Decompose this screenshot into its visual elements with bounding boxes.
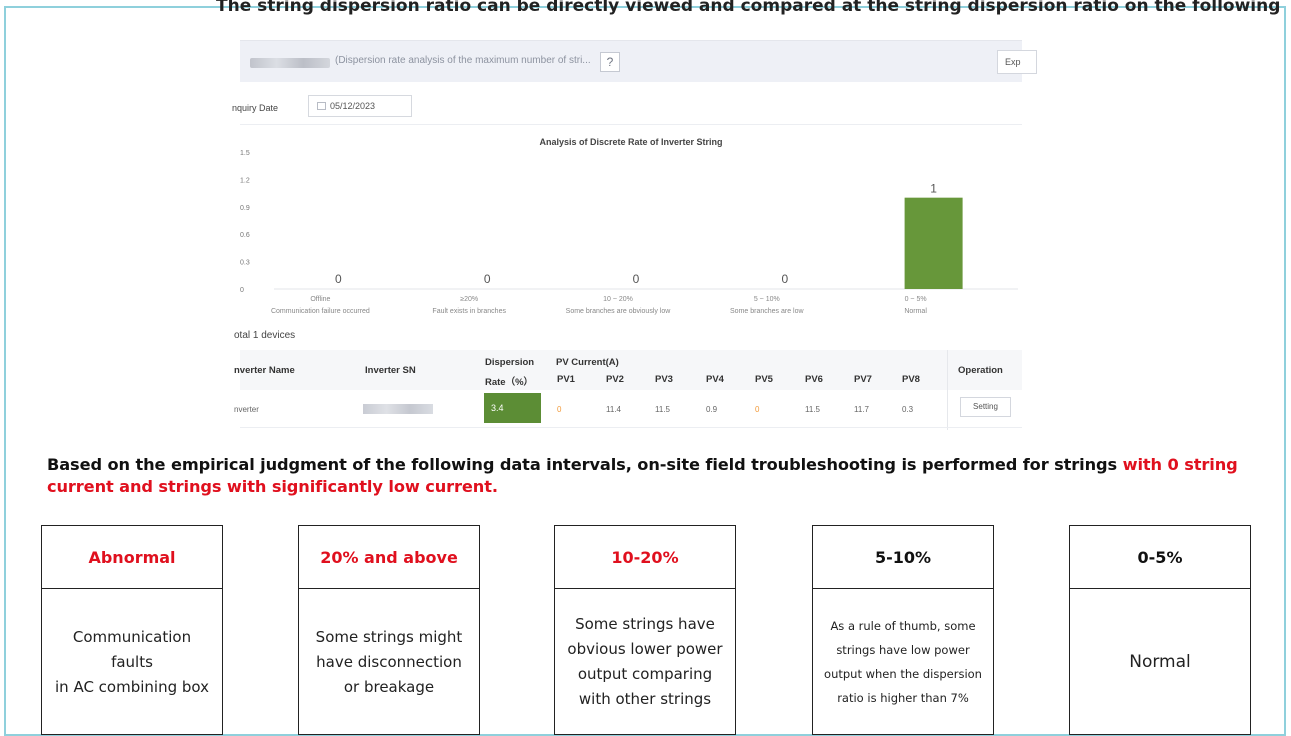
- col-pv-current: PV Current(A): [556, 357, 619, 368]
- statement-text: Based on the empirical judgment of the f…: [47, 455, 1123, 474]
- export-button[interactable]: Exp: [997, 50, 1037, 74]
- y-tick-label: 1.2: [240, 177, 250, 184]
- pv6-current-value: 11.5: [805, 405, 820, 414]
- bar: [904, 197, 963, 289]
- panel-header: (Dispersion rate analysis of the maximum…: [240, 40, 1037, 82]
- pv3-current-value: 11.5: [655, 405, 670, 414]
- x-tick-description: Normal: [904, 308, 927, 315]
- redacted-title: [250, 58, 330, 68]
- bar-value-label: 0: [633, 272, 640, 286]
- interval-box-description: Some strings have obvious lower power ou…: [567, 615, 723, 708]
- inquiry-date-label: nquiry Date: [232, 103, 279, 113]
- total-devices: otal 1 devices: [234, 330, 296, 341]
- bar-value-label: 0: [335, 272, 342, 286]
- x-tick-description: Some branches are obviously low: [566, 308, 672, 315]
- x-tick-label: Offline: [310, 296, 330, 303]
- dispersion-rate-cell: 3.4: [484, 393, 541, 423]
- col-pv5: PV5: [755, 374, 773, 385]
- dispersion-bar-chart: 1.5 1.2 0.9 0.6 0.3 0 0 Offline Communication fa…: [240, 150, 1018, 315]
- pv5-current-value: 0: [755, 405, 760, 414]
- panel-title: (Dispersion rate analysis of the maximum…: [335, 55, 591, 66]
- interval-box-description: Communication faults in AC combining box: [55, 627, 209, 696]
- x-tick-description: Communication failure occurred: [271, 308, 370, 315]
- col-dispersion-line1: Dispersion: [485, 357, 535, 368]
- y-tick-label: 0: [240, 287, 244, 294]
- x-tick-description: Some branches are low: [730, 308, 804, 315]
- interval-box: 5-10% As a rule of thumb, some strings ha…: [812, 525, 994, 735]
- col-operation: Operation: [958, 365, 1003, 376]
- col-pv1: PV1: [557, 374, 575, 385]
- interval-box-title: Abnormal: [42, 526, 222, 589]
- cut-off-heading: The string dispersion ratio can be direc…: [216, 0, 1281, 16]
- col-pv3: PV3: [655, 374, 673, 385]
- y-tick-label: 1.5: [240, 150, 250, 157]
- pv4-current-value: 0.9: [706, 405, 718, 414]
- interval-box-title: 5-10%: [813, 526, 993, 589]
- y-tick-label: 0.6: [240, 232, 250, 239]
- col-inverter-name: nverter Name: [234, 365, 295, 376]
- row-inverter-name: nverter: [234, 405, 259, 414]
- calendar-icon: [317, 102, 326, 110]
- x-tick-description: Fault exists in branches: [432, 308, 506, 315]
- col-inverter-sn: Inverter SN: [365, 365, 416, 376]
- col-pv4: PV4: [706, 374, 724, 385]
- interval-box: Abnormal Communication faults in AC combi…: [41, 525, 223, 735]
- pv8-current-value: 0.3: [902, 405, 914, 414]
- col-dispersion-line2: Rate（%）: [485, 377, 534, 388]
- setting-button[interactable]: Setting: [960, 397, 1011, 417]
- x-tick-label: 5 ~ 10%: [754, 296, 780, 303]
- interval-box-description: Normal: [1129, 652, 1191, 672]
- y-tick-label: 0.9: [240, 205, 250, 212]
- bar-value-label: 0: [781, 272, 788, 286]
- col-pv8: PV8: [902, 374, 920, 385]
- pv7-current-value: 11.7: [854, 405, 869, 414]
- redacted-inverter-sn: [363, 404, 433, 414]
- pv2-current-value: 11.4: [606, 405, 621, 414]
- interval-box-title: 10-20%: [555, 526, 735, 589]
- inquiry-date-input[interactable]: 05/12/2023: [308, 95, 412, 117]
- col-pv6: PV6: [805, 374, 823, 385]
- interval-box: 10-20% Some strings have obvious lower po…: [554, 525, 736, 735]
- y-tick-label: 0.3: [240, 260, 250, 267]
- dispersion-screenshot-panel: (Dispersion rate analysis of the maximum…: [232, 38, 1037, 430]
- divider: [240, 124, 1022, 125]
- interval-box-title: 20% and above: [299, 526, 479, 589]
- help-button[interactable]: ?: [600, 52, 620, 72]
- interval-box-description: Some strings might have disconnection or…: [315, 627, 463, 696]
- operation-divider: [947, 350, 948, 430]
- interval-box: 20% and above Some strings might have dis…: [298, 525, 480, 735]
- col-pv2: PV2: [606, 374, 624, 385]
- x-tick-label: ≥20%: [460, 296, 478, 303]
- x-tick-label: 0 ~ 5%: [905, 296, 927, 303]
- col-pv7: PV7: [854, 374, 872, 385]
- bar-value-label: 0: [484, 272, 491, 286]
- interval-box: 0-5% Normal: [1069, 525, 1251, 735]
- interval-box-description: As a rule of thumb, some strings have lo…: [824, 619, 982, 705]
- pv1-current-value: 0: [557, 405, 562, 414]
- row-divider: [240, 427, 1022, 428]
- bar-value-label: 1: [930, 182, 937, 196]
- troubleshooting-statement: Based on the empirical judgment of the f…: [47, 454, 1277, 498]
- interval-box-title: 0-5%: [1070, 526, 1250, 589]
- date-value: 05/12/2023: [330, 101, 376, 111]
- x-tick-label: 10 ~ 20%: [603, 296, 633, 303]
